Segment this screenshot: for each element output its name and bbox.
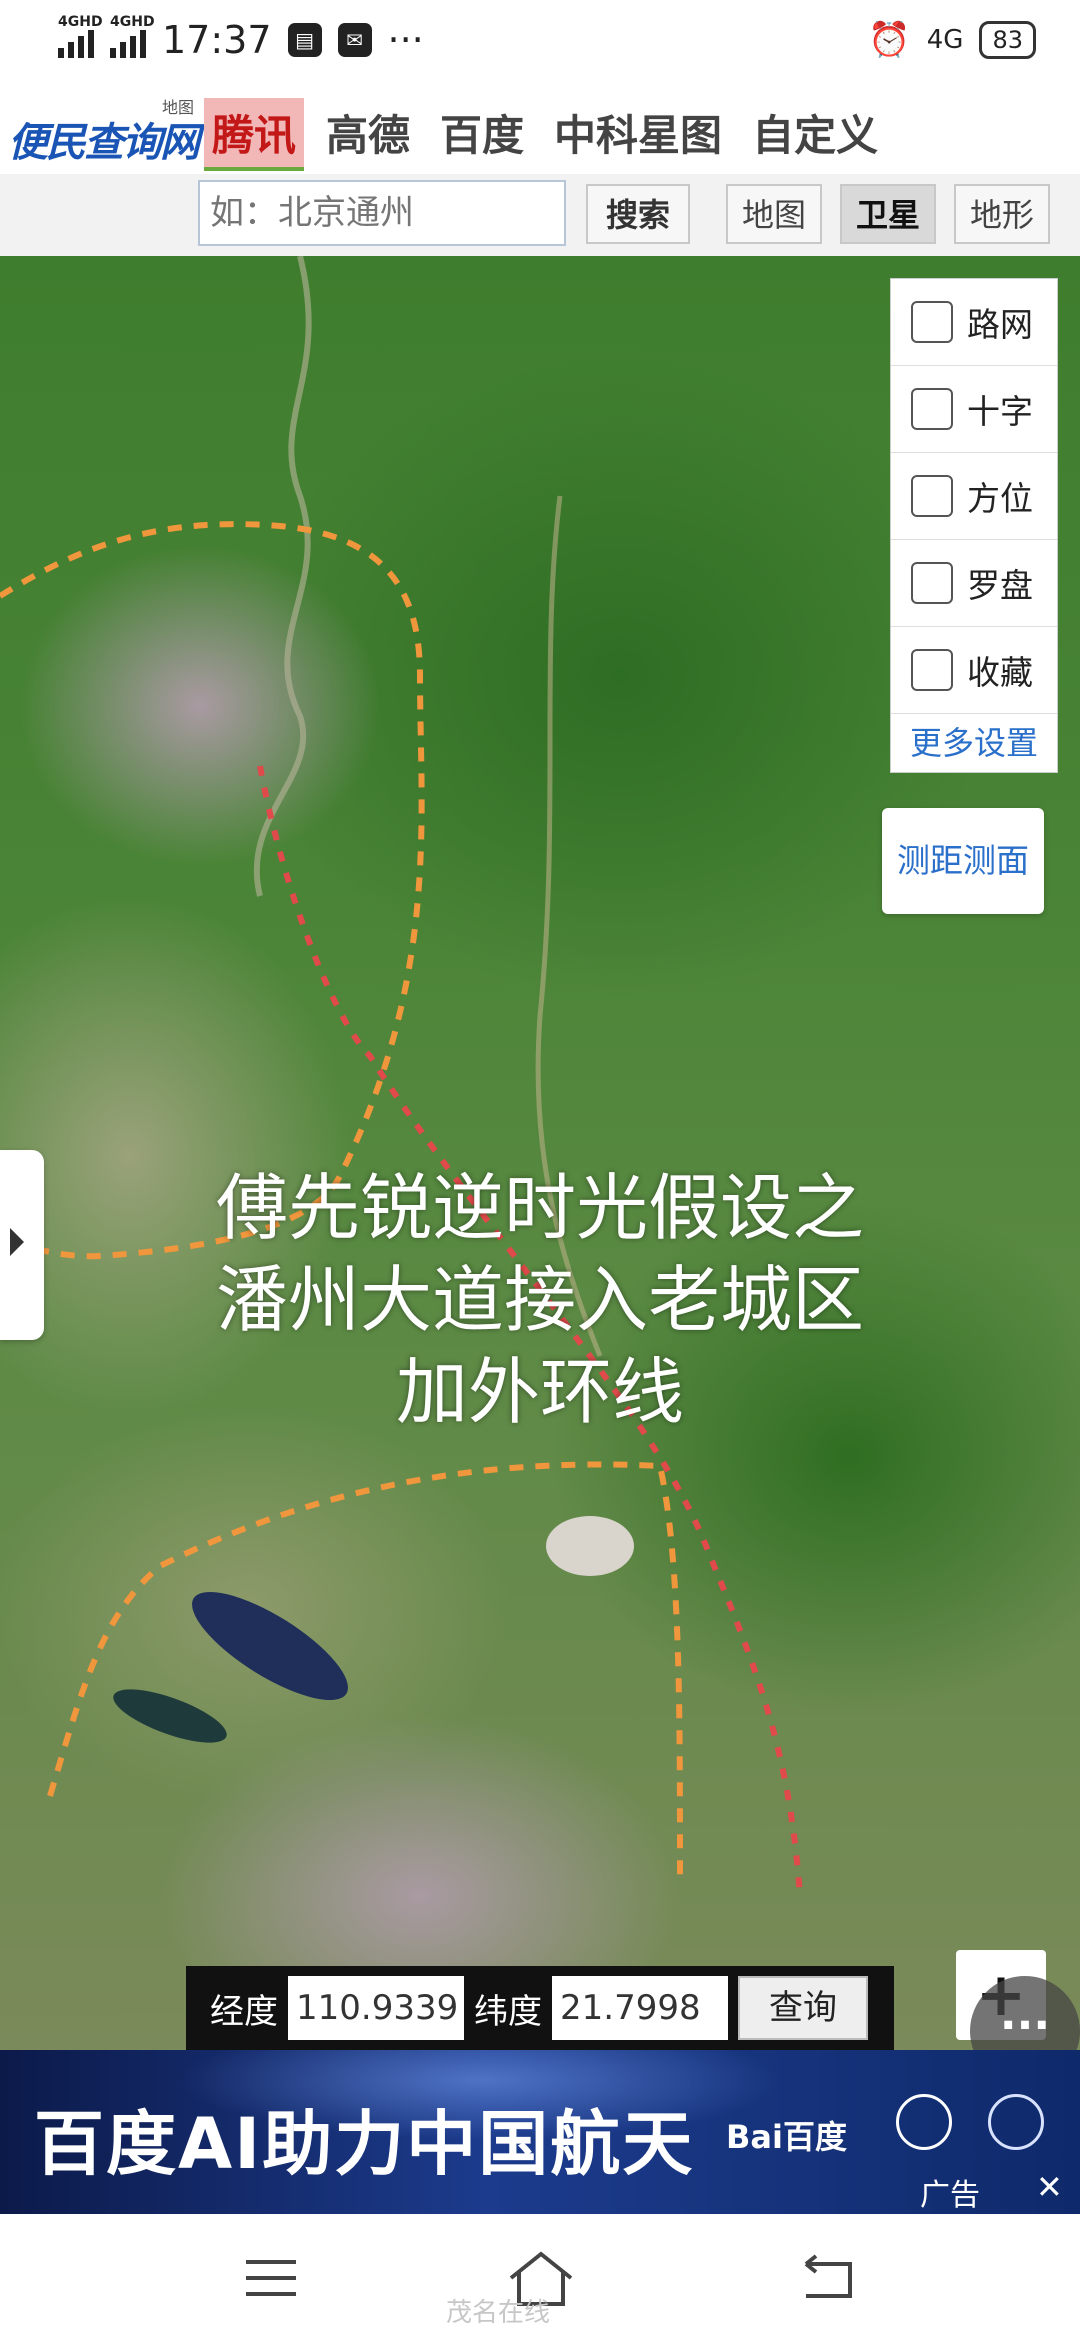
battery-indicator: 83 — [979, 21, 1036, 59]
longitude-label: 经度 — [210, 1991, 278, 2032]
signal-label-2: 4GHD — [110, 14, 155, 30]
provider-tabs: 腾讯 高德 百度 中科星图 自定义 — [204, 98, 886, 171]
network-type: 4G — [926, 25, 964, 55]
tab-amap[interactable]: 高德 — [318, 98, 418, 171]
ad-headline: 百度AI助力中国航天 — [34, 2103, 695, 2185]
layer-bearing[interactable]: 方位 — [891, 453, 1057, 540]
caption-line-3: 加外环线 — [395, 1350, 684, 1434]
caption-line-1: 傅先锐逆时光假设之 — [215, 1166, 864, 1250]
menu-icon[interactable] — [246, 2260, 296, 2308]
layer-compass[interactable]: 罗盘 — [891, 540, 1057, 627]
tab-zhongke[interactable]: 中科星图 — [546, 98, 730, 171]
signal-label-1: 4GHD — [58, 14, 103, 30]
logo-text: 便民查询网 — [8, 120, 200, 166]
search-input[interactable] — [198, 180, 566, 246]
checkbox-crosshair[interactable] — [911, 388, 953, 430]
more-settings-link[interactable]: 更多设置 — [891, 714, 1057, 772]
ad-brand-logo: Bai百度 — [726, 2118, 847, 2156]
tab-baidu[interactable]: 百度 — [432, 98, 532, 171]
tab-tencent[interactable]: 腾讯 — [204, 98, 305, 171]
side-panel-toggle[interactable] — [0, 1150, 44, 1340]
layer-road-network[interactable]: 路网 — [891, 279, 1057, 366]
message-app-icon: ✉ — [337, 23, 372, 57]
clock: 17:37 — [162, 18, 272, 62]
chevron-right-icon — [10, 1228, 24, 1256]
lake-2 — [113, 1689, 227, 1743]
orange-route-upper — [0, 521, 425, 1260]
lunar-program-logo-icon — [896, 2094, 952, 2150]
layer-label: 十字 — [967, 392, 1033, 431]
logo-sub: 地图 — [161, 98, 194, 117]
notification-app-icon: ▤ — [287, 23, 322, 57]
layer-label: 罗盘 — [967, 566, 1033, 605]
space-agency-logo-icon — [988, 2094, 1044, 2150]
tab-custom[interactable]: 自定义 — [744, 98, 886, 171]
watermark: 茂名在线 — [446, 2298, 551, 2328]
layer-favorites[interactable]: 收藏 — [891, 627, 1057, 714]
site-header: 便民查询网 地图 腾讯 高德 百度 中科星图 自定义 — [0, 84, 1080, 175]
latitude-label: 纬度 — [474, 1991, 542, 2032]
system-navigation-bar: 茂名在线 — [0, 2214, 1080, 2340]
ad-label: 广告 — [920, 2178, 980, 2213]
checkbox-bearing[interactable] — [911, 475, 953, 517]
coordinate-bar: 经度 纬度 查询 — [186, 1966, 894, 2050]
checkbox-compass[interactable] — [911, 562, 953, 604]
layer-panel: 路网 十字 方位 罗盘 收藏 更多设置 — [890, 278, 1058, 773]
status-bar: 4GHD 4GHD 17:37 ▤ ✉ ··· ⏰ 4G 83 — [0, 0, 1080, 84]
river-line — [253, 256, 312, 897]
ad-close-button[interactable]: ✕ — [1036, 2168, 1063, 2206]
layer-label: 路网 — [967, 305, 1033, 344]
site-logo[interactable]: 便民查询网 地图 — [8, 90, 200, 168]
lake-1 — [192, 1591, 348, 1701]
query-button[interactable]: 查询 — [738, 1976, 868, 2040]
cellular-signal-icon-2: 4GHD — [110, 14, 155, 58]
layer-label: 收藏 — [967, 653, 1033, 692]
layer-crosshair[interactable]: 十字 — [891, 366, 1057, 453]
alarm-icon: ⏰ — [868, 20, 911, 60]
quarry — [546, 1516, 634, 1576]
search-button[interactable]: 搜索 — [586, 184, 690, 244]
map-caption: 傅先锐逆时光假设之 潘州大道接入老城区 加外环线 — [60, 1162, 1020, 1438]
caption-line-2: 潘州大道接入老城区 — [215, 1258, 864, 1342]
measure-button[interactable]: 测距测面 — [882, 808, 1044, 914]
checkbox-favorites[interactable] — [911, 649, 953, 691]
checkbox-road-network[interactable] — [911, 301, 953, 343]
latitude-input[interactable] — [552, 1976, 728, 2040]
view-satellite-button[interactable]: 卫星 — [840, 184, 936, 244]
view-map-button[interactable]: 地图 — [726, 184, 822, 244]
cellular-signal-icon: 4GHD — [58, 14, 103, 58]
back-icon[interactable] — [800, 2254, 856, 2302]
view-terrain-button[interactable]: 地形 — [954, 184, 1050, 244]
search-bar: 搜索 地图 卫星 地形 — [0, 174, 1080, 257]
longitude-input[interactable] — [288, 1976, 464, 2040]
layer-label: 方位 — [967, 479, 1033, 518]
ad-banner[interactable]: 百度AI助力中国航天 Bai百度 广告 ✕ — [0, 2050, 1080, 2214]
more-notifications: ··· — [387, 18, 424, 62]
